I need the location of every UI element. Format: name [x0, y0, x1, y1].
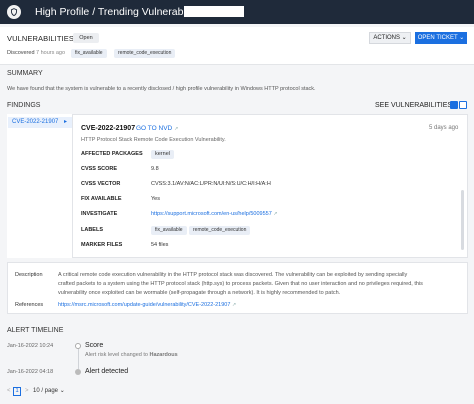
references-label: References — [15, 302, 44, 308]
description-label: Description — [15, 272, 43, 278]
marker-files-value: 54 files — [151, 242, 169, 248]
fix-available-label: FIX AVAILABLE — [81, 196, 122, 202]
timeline-date: Jan-16-2022 10:24 — [7, 343, 54, 349]
findings-title: FINDINGS — [7, 102, 41, 109]
finding-list-item-label[interactable]: CVE-2022-21907 — [12, 119, 58, 125]
affected-packages-value: kernel — [151, 150, 174, 159]
next-page-button[interactable]: > — [25, 388, 29, 394]
discovered-label: Discovered — [7, 50, 35, 56]
affected-packages-label: AFFECTED PACKAGES — [81, 151, 143, 157]
status-badge: Open — [73, 33, 99, 43]
external-link-icon: ↗ — [273, 211, 278, 217]
label-fix-available: fix_available — [151, 226, 187, 235]
grid-view-icon[interactable] — [459, 101, 467, 109]
description-line: vulnerability once exploited can be worm… — [58, 290, 341, 296]
chevron-down-icon: ⌄ — [401, 35, 407, 41]
description-line: crafted packets to a system using the HT… — [58, 281, 423, 287]
see-vulnerabilities-link[interactable]: SEE VULNERABILITIES — [375, 102, 452, 109]
label-remote-code-execution: remote_code_execution — [189, 226, 251, 235]
tag-remote-code-execution: remote_code_execution — [114, 49, 176, 58]
previous-page-button[interactable]: < — [7, 388, 11, 394]
scrollbar-thumb[interactable] — [461, 190, 464, 250]
reference-link[interactable]: https://msrc.microsoft.com/update-guide/… — [58, 302, 236, 308]
investigate-link[interactable]: https://support.microsoft.com/en-us/help… — [151, 211, 278, 217]
cvss-score-label: CVSS SCORE — [81, 166, 118, 172]
page-size-select[interactable]: 10 / page ⌄ — [33, 387, 65, 396]
alert-timeline-title: ALERT TIMELINE — [7, 327, 64, 334]
cvss-score-value: 9.8 — [151, 166, 159, 172]
timeline-dot-icon — [75, 343, 81, 349]
page-number-button[interactable]: 1 — [13, 387, 21, 396]
chevron-down-icon: ⌄ — [459, 35, 465, 41]
timeline-event-title: Alert detected — [85, 368, 129, 375]
open-ticket-button[interactable]: OPEN TICKET ⌄ — [415, 32, 467, 44]
summary-text: We have found that the system is vulnera… — [7, 86, 316, 92]
fix-available-value: Yes — [151, 196, 160, 202]
discovered-time: 7 hours ago — [36, 50, 66, 56]
chevron-down-icon: ⌄ — [59, 388, 65, 394]
finding-age: 5 days ago — [429, 125, 459, 131]
cvss-vector-value: CVSS:3.1/AV:N/AC:L/PR:N/UI:N/S:U/C:H/I:H… — [151, 181, 271, 187]
page-title: High Profile / Trending Vulnerability — [35, 6, 199, 18]
list-view-icon[interactable] — [450, 101, 458, 109]
timeline-event-title: Score — [85, 342, 104, 349]
cve-id: CVE-2022-21907 — [81, 125, 136, 132]
alert-shield-icon — [7, 5, 21, 19]
tag-fix-available: fix_available — [71, 49, 107, 58]
finding-list — [7, 114, 73, 258]
cvss-vector-label: CVSS VECTOR — [81, 181, 121, 187]
go-to-nvd-link[interactable]: GO TO NVD ↗ — [136, 125, 178, 132]
timeline-event-detail: Alert risk level changed to Hazardous — [85, 352, 178, 358]
external-link-icon: ↗ — [174, 126, 179, 132]
timeline-dot-icon — [75, 369, 81, 375]
investigate-label: INVESTIGATE — [81, 211, 118, 217]
timeline-date: Jan-16-2022 04:18 — [7, 369, 54, 375]
chevron-right-icon: ▸ — [64, 119, 68, 125]
external-link-icon: ↗ — [231, 302, 237, 308]
redacted-asset-name — [184, 6, 244, 17]
timeline-connector — [78, 347, 79, 369]
marker-files-label: MARKER FILES — [81, 242, 123, 248]
cve-description: HTTP Protocol Stack Remote Code Executio… — [81, 137, 226, 143]
description-line: A critical remote code execution vulnera… — [58, 272, 408, 278]
actions-dropdown-button[interactable]: ACTIONS ⌄ — [369, 32, 411, 44]
summary-title: SUMMARY — [7, 70, 43, 77]
section-label: VULNERABILITIES — [7, 34, 74, 43]
labels-label: LABELS — [81, 227, 103, 233]
risk-level-value: Hazardous — [149, 352, 178, 358]
